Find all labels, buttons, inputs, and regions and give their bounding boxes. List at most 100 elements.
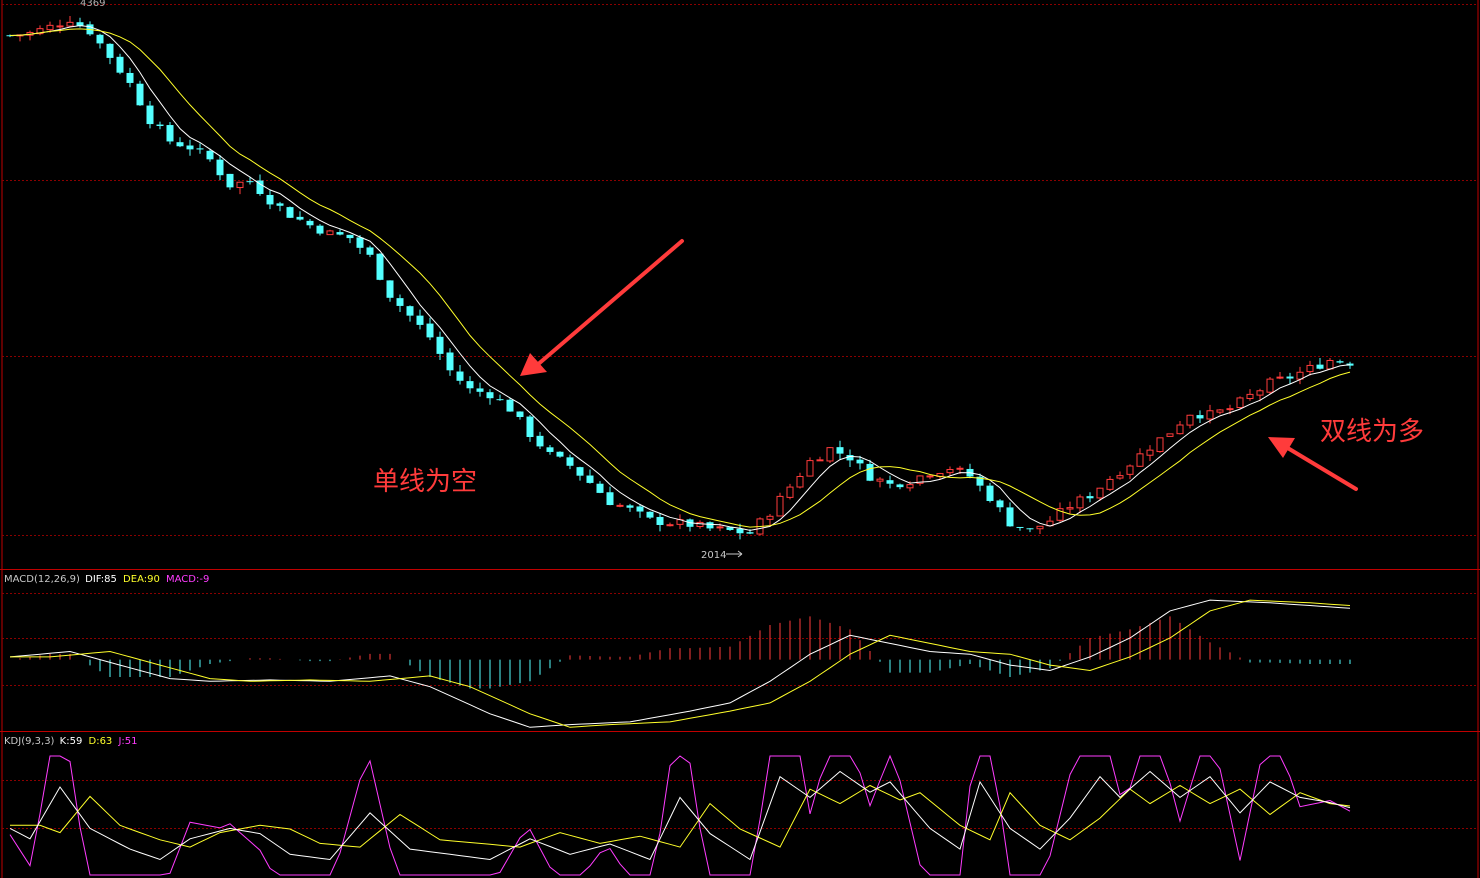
candle xyxy=(516,411,524,420)
candle-body xyxy=(556,451,564,457)
candle-body xyxy=(156,124,164,126)
candle xyxy=(1196,410,1204,424)
candle-body xyxy=(386,280,394,298)
candle xyxy=(326,229,334,236)
candle xyxy=(66,16,74,28)
candle xyxy=(696,520,704,529)
macd-macd-value: MACD:-9 xyxy=(166,574,209,585)
candle xyxy=(1086,492,1094,503)
candle xyxy=(346,234,354,244)
kdj-j-value: J:51 xyxy=(117,736,137,747)
candle xyxy=(986,482,994,503)
candle xyxy=(886,475,894,489)
candle xyxy=(966,463,974,479)
candle-body xyxy=(956,467,964,470)
candle-body xyxy=(536,435,544,447)
arrow-single-line-shaft xyxy=(534,239,684,368)
candle-body xyxy=(406,306,414,316)
kdj-header: KDJ(9,3,3) K:59 D:63 J:51 xyxy=(4,736,138,747)
candle-body xyxy=(306,220,314,226)
candle xyxy=(826,447,834,464)
candle xyxy=(186,139,194,156)
candle xyxy=(656,513,664,532)
arrow-double-line-head xyxy=(1268,437,1295,458)
candle-body xyxy=(1036,525,1044,530)
candle xyxy=(666,522,674,527)
candle xyxy=(196,143,204,154)
candle xyxy=(126,67,134,88)
candle-body xyxy=(516,411,524,417)
stock-chart: 4369 2014 单线为空 双线为多 MACD(12,26,9) DIF:85… xyxy=(0,0,1480,878)
candle-body xyxy=(106,43,114,58)
candle-body xyxy=(1106,478,1114,490)
candle-body xyxy=(276,203,284,206)
candle xyxy=(676,514,684,530)
candle-body xyxy=(466,381,474,389)
candle xyxy=(496,394,504,401)
candle xyxy=(1076,494,1084,514)
candle xyxy=(386,280,394,302)
candle xyxy=(436,331,444,360)
candle-body xyxy=(826,447,834,462)
candle-body xyxy=(876,478,884,482)
candle xyxy=(296,211,304,221)
candle-body xyxy=(666,524,674,527)
arrow-single-line xyxy=(520,239,684,376)
candle xyxy=(486,389,494,405)
kdj-d-line xyxy=(10,784,1351,848)
candle xyxy=(1336,359,1344,364)
candle-body xyxy=(136,83,144,106)
candle xyxy=(686,518,694,532)
candle-body xyxy=(626,505,634,508)
candle xyxy=(1186,414,1194,429)
candle xyxy=(426,317,434,341)
candle xyxy=(916,475,924,486)
kdj-k-value: K:59 xyxy=(60,736,83,747)
grid-lines xyxy=(2,4,1478,829)
candle-body xyxy=(1276,376,1284,379)
candle-body xyxy=(486,392,494,399)
candle xyxy=(416,309,424,330)
candle-body xyxy=(56,25,64,28)
candle xyxy=(566,454,574,470)
candle-body xyxy=(146,105,154,125)
candle xyxy=(1146,445,1154,461)
candle-body xyxy=(616,504,624,507)
candle-body xyxy=(786,486,794,498)
candle xyxy=(626,503,634,512)
candle-body xyxy=(576,467,584,476)
candle-body xyxy=(446,352,454,371)
candle xyxy=(796,472,804,489)
candle xyxy=(136,80,144,106)
candle-body xyxy=(1226,408,1234,411)
annotation-single-line: 单线为空 xyxy=(373,467,477,497)
candle xyxy=(896,483,904,490)
panel-frames xyxy=(0,0,1480,878)
candle xyxy=(236,181,244,195)
candle-body xyxy=(716,526,724,529)
candle xyxy=(86,21,94,36)
candle-body xyxy=(226,173,234,188)
candle-body xyxy=(746,532,754,534)
candle xyxy=(526,414,534,442)
candle xyxy=(596,481,604,494)
candle xyxy=(1236,396,1244,409)
candle-body xyxy=(356,237,364,248)
candle-body xyxy=(336,232,344,235)
candle-body xyxy=(526,416,534,438)
candle xyxy=(276,201,284,212)
macd-name: MACD(12,26,9) xyxy=(4,574,80,585)
candle-body xyxy=(366,247,374,255)
candle-body xyxy=(706,522,714,529)
candle-body xyxy=(456,371,464,381)
candle-body xyxy=(816,459,824,462)
candle xyxy=(286,206,294,218)
candle-body xyxy=(96,34,104,44)
candle-body xyxy=(316,225,324,234)
candle-body xyxy=(296,216,304,220)
candle xyxy=(616,503,624,508)
candle-body xyxy=(776,495,784,517)
candle xyxy=(786,483,794,500)
candle xyxy=(446,348,454,376)
candle xyxy=(706,521,714,531)
